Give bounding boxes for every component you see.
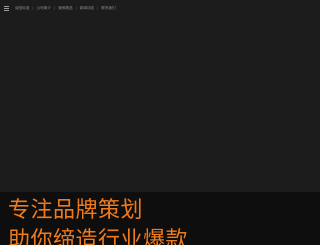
nav-item-about[interactable]: 公司简介 [37,3,51,13]
nav-item-news[interactable]: 新闻动态 [80,3,94,13]
nav-separator: | [32,6,34,10]
top-nav: 诚信标准 | 公司简介 | 案例精选 | 新闻动态 | 联系我们 [4,3,116,13]
nav-separator: | [53,6,56,10]
nav-separator: | [75,6,77,10]
slogan-line-2: 助你缔造行业爆款 [8,228,189,245]
page: 诚信标准 | 公司简介 | 案例精选 | 新闻动态 | 联系我们 专注品牌策划 … [0,0,320,245]
nav-item-cases[interactable]: 案例精选 [58,3,72,13]
nav-item-credibility[interactable]: 诚信标准 [15,3,29,13]
nav-separator: | [97,6,99,10]
hamburger-menu-icon[interactable] [4,5,9,11]
slogan-line-1: 专注品牌策划 [8,198,144,223]
slogan-banner: 专注品牌策划 助你缔造行业爆款 [0,192,320,245]
nav-item-contact[interactable]: 联系我们 [101,3,115,13]
hero-area: 诚信标准 | 公司简介 | 案例精选 | 新闻动态 | 联系我们 [0,0,320,192]
